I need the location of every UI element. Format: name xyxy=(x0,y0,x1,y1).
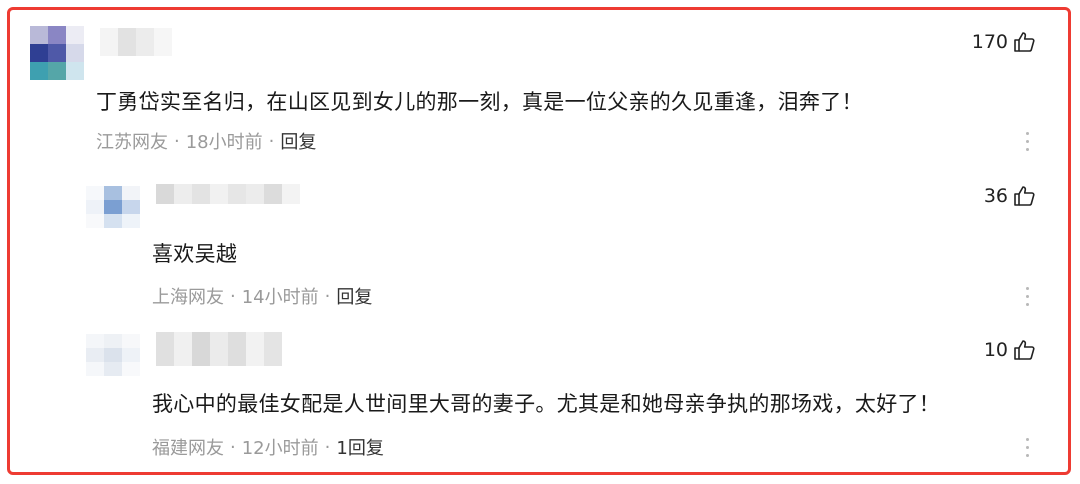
comment-text: 我心中的最佳女配是人世间里大哥的妻子。尤其是和她母亲争执的那场戏，太好了！ xyxy=(152,392,941,416)
more-vertical-icon[interactable] xyxy=(1024,438,1030,457)
comment-meta: 江苏网友 · 18小时前 · 回复 xyxy=(96,128,316,154)
username-blurred[interactable] xyxy=(156,184,300,204)
comment-text: 喜欢吴越 xyxy=(152,242,238,266)
like-count: 10 xyxy=(983,339,1008,361)
avatar[interactable] xyxy=(30,26,84,80)
separator: · xyxy=(230,436,236,458)
like-count: 36 xyxy=(983,185,1008,207)
avatar[interactable] xyxy=(86,334,140,376)
avatar[interactable] xyxy=(86,186,140,228)
separator: · xyxy=(268,130,275,152)
more-vertical-icon[interactable] xyxy=(1024,287,1030,306)
reply-button[interactable]: 1回复 xyxy=(336,434,383,460)
more-vertical-icon[interactable] xyxy=(1024,132,1030,151)
thumbs-up-icon[interactable] xyxy=(1012,338,1036,362)
comment-meta: 福建网友 · 12小时前 · 1回复 xyxy=(152,434,384,460)
comment-meta: 上海网友 · 14小时前 · 回复 xyxy=(152,283,372,309)
comment-text: 丁勇岱实至名归，在山区见到女儿的那一刻，真是一位父亲的久见重逢，泪奔了！ xyxy=(96,90,863,114)
location-label: 上海网友 xyxy=(152,287,224,308)
reply-button[interactable]: 回复 xyxy=(280,128,316,154)
separator: · xyxy=(324,285,331,307)
separator: · xyxy=(174,130,180,152)
username-blurred[interactable] xyxy=(100,28,172,56)
location-label: 福建网友 xyxy=(152,438,224,459)
thumbs-up-icon[interactable] xyxy=(1012,184,1036,208)
like-button[interactable]: 10 xyxy=(984,338,1036,362)
thumbs-up-icon[interactable] xyxy=(1012,30,1036,54)
like-count: 170 xyxy=(971,31,1008,53)
like-button[interactable]: 170 xyxy=(972,30,1036,54)
reply-button[interactable]: 回复 xyxy=(336,283,372,309)
username-blurred[interactable] xyxy=(156,332,282,366)
separator: · xyxy=(324,436,331,458)
location-label: 江苏网友 xyxy=(96,132,168,153)
timestamp: 12小时前 xyxy=(241,438,319,459)
timestamp: 14小时前 xyxy=(241,287,319,308)
like-button[interactable]: 36 xyxy=(984,184,1036,208)
separator: · xyxy=(230,285,236,307)
timestamp: 18小时前 xyxy=(185,132,263,153)
